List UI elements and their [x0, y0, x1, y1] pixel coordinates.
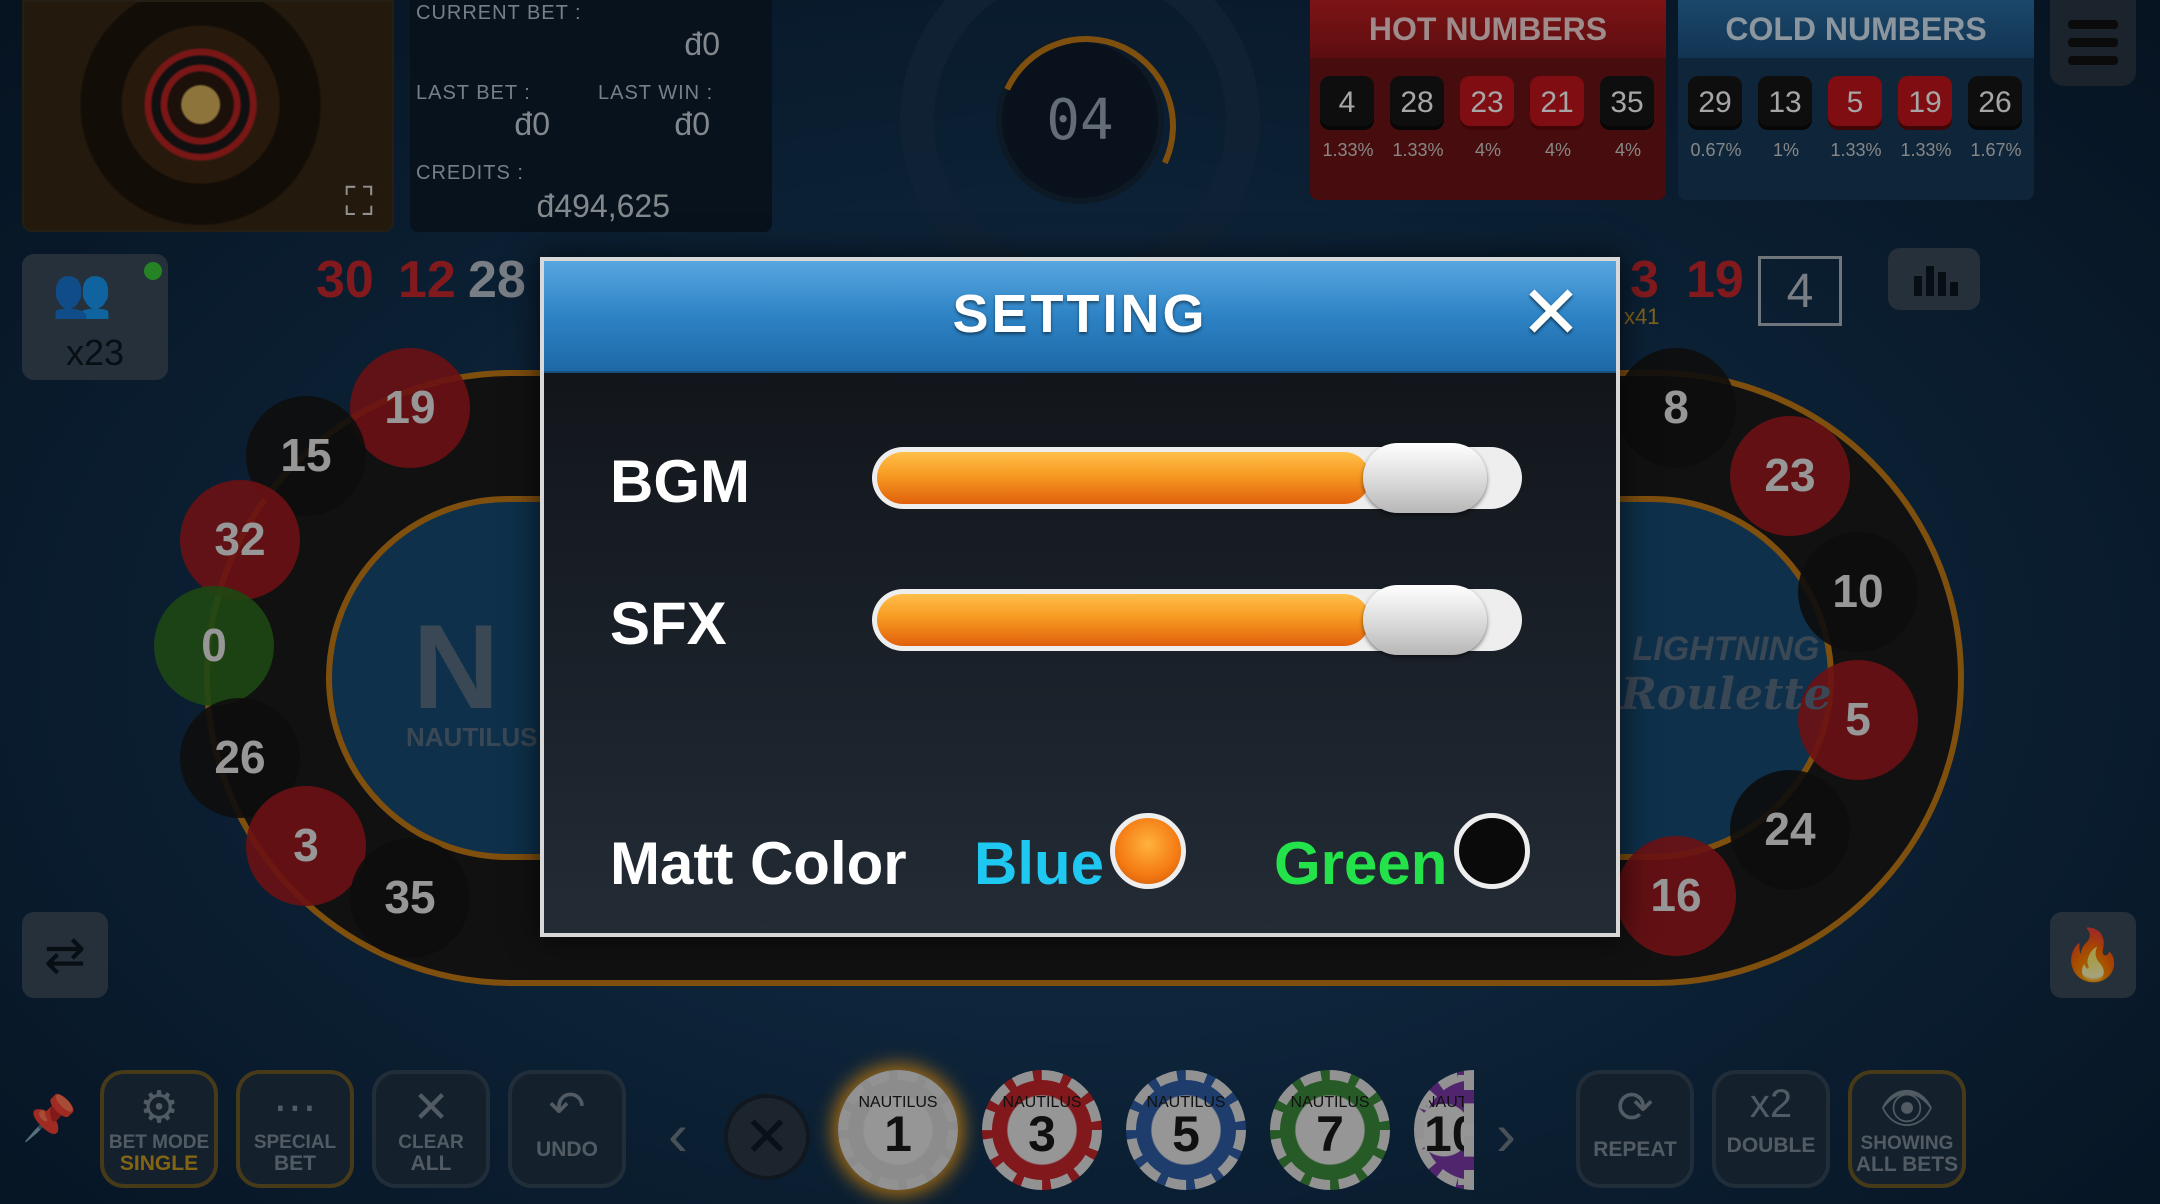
settings-dialog: SETTING ✕ BGM SFX Matt Color Blue Green	[540, 257, 1620, 937]
blue-option-label[interactable]: Blue	[974, 829, 1104, 898]
sfx-slider-handle[interactable]	[1363, 585, 1487, 655]
dialog-header: SETTING ✕	[544, 261, 1616, 373]
bgm-label: BGM	[610, 448, 750, 515]
dialog-title: SETTING	[952, 284, 1208, 344]
bgm-slider[interactable]	[872, 443, 1522, 513]
sfx-label: SFX	[610, 590, 727, 657]
close-icon[interactable]: ✕	[1516, 276, 1586, 350]
sfx-slider-fill	[877, 594, 1370, 646]
matt-color-label: Matt Color	[610, 830, 907, 897]
bgm-slider-fill	[877, 452, 1370, 504]
blue-radio[interactable]	[1110, 813, 1186, 889]
green-option-label[interactable]: Green	[1274, 829, 1447, 898]
green-radio[interactable]	[1454, 813, 1530, 889]
sfx-slider[interactable]	[872, 585, 1522, 655]
bgm-slider-handle[interactable]	[1363, 443, 1487, 513]
